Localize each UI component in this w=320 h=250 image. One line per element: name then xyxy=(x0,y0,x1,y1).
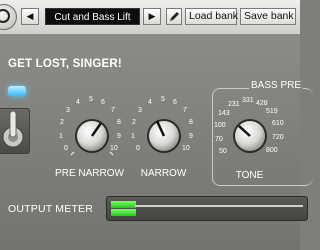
tone-label: TONE xyxy=(235,170,264,181)
narrow-tick-5: 5 xyxy=(161,96,165,103)
power-led xyxy=(8,86,26,96)
bypass-toggle-switch[interactable] xyxy=(0,108,30,154)
preset-toolbar: ◀ Cut and Bass Lift ▶ Load bank Save ban… xyxy=(0,0,300,35)
pre-narrow-tick-10: 10 xyxy=(110,145,118,152)
narrow-tick-6: 6 xyxy=(173,99,177,106)
pre-narrow-tick-6: 6 xyxy=(101,99,105,106)
narrow-tick-4: 4 xyxy=(148,99,152,106)
pre-narrow-tick-2: 2 xyxy=(60,119,64,126)
tone-tick-6: 428 xyxy=(256,100,268,107)
tone-tick-5: 331 xyxy=(242,97,254,104)
load-bank-button[interactable]: Load bank xyxy=(185,8,238,25)
output-meter-label: OUTPUT METER xyxy=(8,203,94,215)
preset-name-display[interactable]: Cut and Bass Lift xyxy=(45,8,140,25)
ring-icon xyxy=(0,9,10,23)
meter-divider xyxy=(135,205,303,207)
meter-bar-right xyxy=(111,209,136,216)
pre-narrow-tick-0: 0 xyxy=(64,145,68,152)
rename-preset-button[interactable] xyxy=(166,8,182,25)
narrow-tick-2: 2 xyxy=(132,119,136,126)
previous-preset-button[interactable]: ◀ xyxy=(21,8,39,25)
pre-narrow-tick-3: 3 xyxy=(66,107,70,114)
narrow-tick-9: 9 xyxy=(189,133,193,140)
narrow-label: NARROW xyxy=(140,168,187,179)
toggle-switch-icon xyxy=(2,110,24,148)
pre-narrow-tick-9: 9 xyxy=(117,133,121,140)
pre-narrow-tick-5: 5 xyxy=(89,96,93,103)
narrow-tick-7: 7 xyxy=(183,107,187,114)
pre-narrow-tick-7: 7 xyxy=(111,107,115,114)
tone-tick-3: 143 xyxy=(218,110,230,117)
tone-tick-4: 231 xyxy=(228,101,240,108)
narrow-tick-10: 10 xyxy=(182,145,190,152)
triangle-left-icon: ◀ xyxy=(26,11,34,21)
pre-narrow-tick-1: 1 xyxy=(59,133,63,140)
tone-tick-10: 800 xyxy=(266,147,278,154)
tone-tick-7: 519 xyxy=(266,108,278,115)
tone-tick-1: 70 xyxy=(215,136,223,143)
narrow-tick-3: 3 xyxy=(138,107,142,114)
brand-title: GET LOST, SINGER! xyxy=(8,58,122,70)
tone-tick-8: 610 xyxy=(272,120,284,127)
pre-narrow-label: PRE NARROW xyxy=(55,168,124,179)
narrow-tick-8: 8 xyxy=(189,119,193,126)
pencil-icon xyxy=(170,12,179,21)
narrow-tick-1: 1 xyxy=(131,133,135,140)
triangle-right-icon: ▶ xyxy=(148,11,156,21)
next-preset-button[interactable]: ▶ xyxy=(143,8,161,25)
tone-tick-0: 50 xyxy=(219,148,227,155)
meter-bar-left xyxy=(111,201,136,208)
tone-tick-2: 100 xyxy=(214,122,226,129)
pre-narrow-tick-4: 4 xyxy=(76,99,80,106)
tone-tick-9: 720 xyxy=(272,134,284,141)
pre-narrow-tick-8: 8 xyxy=(117,119,121,126)
save-bank-button[interactable]: Save bank xyxy=(240,8,296,25)
narrow-tick-0: 0 xyxy=(136,145,140,152)
power-logo-button[interactable] xyxy=(0,4,17,30)
output-meter xyxy=(106,196,308,221)
